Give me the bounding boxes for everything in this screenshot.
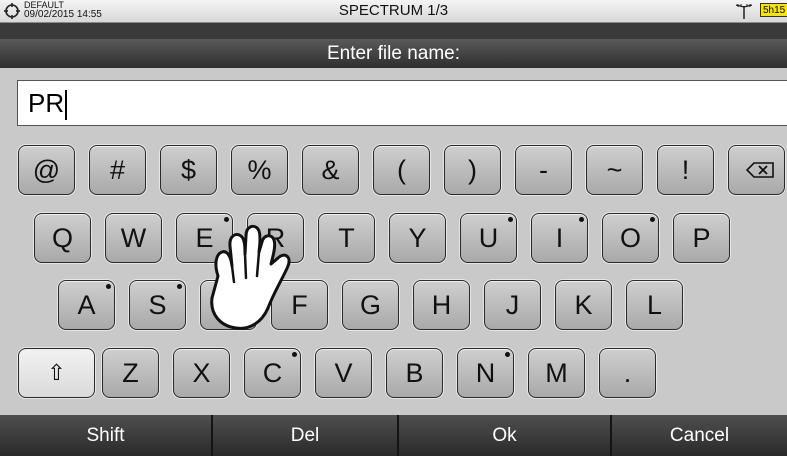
key-j[interactable]: J (484, 280, 541, 330)
key-y[interactable]: Y (389, 213, 446, 263)
key-o[interactable]: O (602, 213, 659, 263)
key-w[interactable]: W (105, 213, 162, 263)
key-q[interactable]: Q (34, 213, 91, 263)
status-bar: DEFAULT 09/02/2015 14:55 SPECTRUM 1/3 5h… (0, 0, 787, 23)
screen-title: SPECTRUM 1/3 (338, 2, 449, 19)
key-u[interactable]: U (460, 213, 517, 263)
key-tilde[interactable]: ~ (586, 145, 643, 195)
key-dollar[interactable]: $ (160, 145, 217, 195)
ok-softkey[interactable]: Ok (399, 415, 612, 456)
key-i[interactable]: I (531, 213, 588, 263)
key-hash[interactable]: # (89, 145, 146, 195)
key-percent[interactable]: % (231, 145, 288, 195)
hand-pointer-icon (210, 224, 291, 330)
shift-key[interactable]: ⇧ (18, 348, 95, 398)
key-g[interactable]: G (342, 280, 399, 330)
key-c[interactable]: C (244, 348, 301, 398)
key-h[interactable]: H (413, 280, 470, 330)
key-hyphen[interactable]: - (515, 145, 572, 195)
key-exclamation[interactable]: ! (657, 145, 714, 195)
key-t[interactable]: T (318, 213, 375, 263)
key-period[interactable]: . (599, 348, 656, 398)
header-stripe (0, 23, 787, 39)
backspace-key[interactable] (728, 145, 785, 195)
key-at[interactable]: @ (18, 145, 75, 195)
key-x[interactable]: X (173, 348, 230, 398)
battery-indicator: 5h15 (760, 3, 787, 17)
del-softkey[interactable]: Del (213, 415, 399, 456)
key-v[interactable]: V (315, 348, 372, 398)
key-l[interactable]: L (626, 280, 683, 330)
file-name-input[interactable]: PR (17, 80, 787, 126)
key-right-paren[interactable]: ) (444, 145, 501, 195)
key-left-paren[interactable]: ( (373, 145, 430, 195)
softkey-bar: Shift Del Ok Cancel (0, 415, 787, 456)
key-a[interactable]: A (58, 280, 115, 330)
shift-softkey[interactable]: Shift (0, 415, 213, 456)
key-b[interactable]: B (386, 348, 443, 398)
key-k[interactable]: K (555, 280, 612, 330)
cancel-softkey[interactable]: Cancel (612, 415, 787, 456)
key-n[interactable]: N (457, 348, 514, 398)
key-s[interactable]: S (129, 280, 186, 330)
backspace-icon (746, 162, 774, 178)
key-p[interactable]: P (673, 213, 730, 263)
file-name-value: PR (28, 88, 65, 118)
on-screen-keyboard: @ # $ % & ( ) - ~ ! Q W E R T Y U I O P … (0, 132, 787, 414)
prompt-title: Enter file name: (0, 39, 787, 68)
key-m[interactable]: M (528, 348, 585, 398)
key-ampersand[interactable]: & (302, 145, 359, 195)
key-z[interactable]: Z (102, 348, 159, 398)
text-caret (65, 90, 68, 121)
antenna-icon (735, 4, 753, 19)
